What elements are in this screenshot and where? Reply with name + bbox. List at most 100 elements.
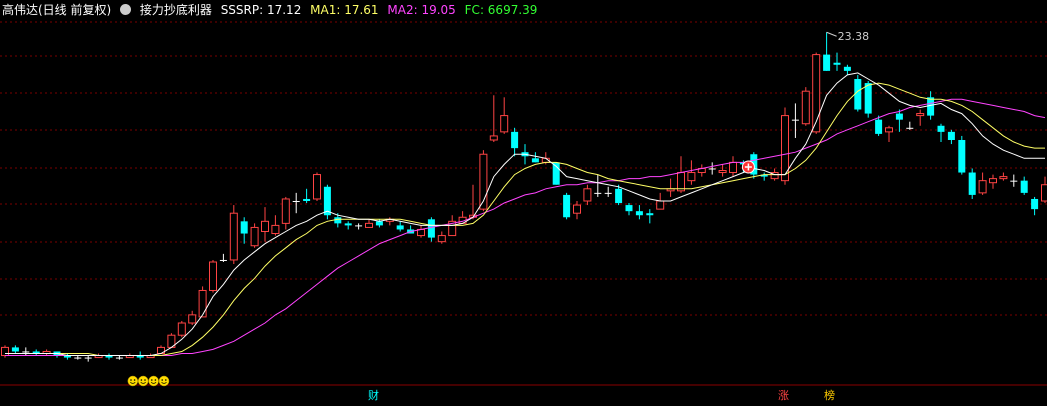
limit-up-badge[interactable]: 涨	[778, 387, 789, 403]
candle-body	[11, 347, 19, 352]
candle-body	[729, 161, 737, 174]
candle-body	[1031, 198, 1039, 210]
indicator-ma2: MA2: 19.05	[387, 3, 456, 17]
candle-body	[895, 113, 903, 120]
smiley-icon	[154, 379, 157, 381]
candle-body	[937, 125, 945, 132]
candle-body	[885, 127, 893, 133]
candle-body	[1020, 180, 1028, 193]
candle-body	[22, 351, 30, 353]
candle-body	[791, 119, 799, 121]
candle-body	[198, 289, 207, 318]
candle-body	[427, 219, 435, 238]
candle-body	[188, 314, 197, 324]
candle-body	[74, 357, 82, 359]
candle-body	[823, 54, 831, 71]
candle-body	[334, 217, 342, 224]
indicator-sssrp: SSSRP: 17.12	[220, 3, 302, 17]
candle-body	[978, 180, 987, 194]
max-price-label: 23.38	[838, 30, 870, 43]
indicator-fc: FC: 6697.39	[464, 3, 538, 17]
candle-body	[365, 222, 373, 228]
smiley-icon	[140, 379, 143, 381]
candle-body	[396, 225, 404, 230]
smiley-icon	[137, 375, 149, 387]
candle-body	[989, 178, 997, 184]
smiley-icon	[130, 379, 132, 381]
chart-header: 高伟达(日线 前复权) 接力抄底利器 SSSRP: 17.12 MA1: 17.…	[2, 1, 542, 18]
candle-body	[812, 54, 821, 133]
candle-body	[250, 226, 259, 247]
candle-body	[355, 225, 363, 227]
candle-body	[313, 174, 321, 200]
settings-gear-icon[interactable]	[120, 4, 132, 15]
candle-body	[958, 140, 966, 173]
smiley-icon	[165, 379, 167, 381]
candle-body	[219, 259, 227, 261]
candle-body	[552, 162, 560, 185]
candle-body	[84, 357, 92, 359]
candle-body	[375, 221, 383, 226]
stock-title[interactable]: 高伟达(日线 前复权)	[2, 3, 111, 17]
candle-body	[801, 90, 810, 125]
candle-body	[271, 224, 280, 235]
max-price-pointer	[826, 31, 837, 37]
smiley-icon	[148, 375, 159, 387]
smiley-icon	[144, 379, 146, 381]
candle-body	[708, 168, 716, 170]
candle-body	[573, 204, 581, 214]
candle-body	[531, 158, 539, 163]
candle-body	[594, 192, 602, 194]
smiley-icon	[151, 379, 153, 381]
candle-body	[489, 135, 498, 141]
candle-body	[344, 223, 352, 226]
candle-body	[864, 83, 872, 114]
candle-body	[281, 198, 290, 224]
candle-body	[1010, 180, 1018, 182]
candle-body	[604, 192, 612, 194]
candle-body	[916, 113, 925, 117]
candle-body	[615, 188, 623, 204]
candle-body	[240, 221, 248, 234]
candle-body	[177, 322, 186, 336]
candle-body	[677, 172, 685, 192]
candle-body	[115, 357, 123, 359]
indicator-ma1: MA1: 17.61	[310, 3, 379, 17]
chart-canvas[interactable]: 23.38	[0, 0, 1047, 406]
smiley-icon	[161, 379, 163, 381]
stock-chart[interactable]: 23.38 高伟达(日线 前复权) 接力抄底利器 SSSRP: 17.12 MA…	[0, 0, 1047, 406]
candle-body	[947, 131, 955, 140]
indicator-name[interactable]: 接力抄底利器	[140, 3, 212, 17]
candle-body	[906, 127, 914, 129]
candle-body	[511, 131, 519, 149]
candle-body	[843, 66, 851, 71]
ranking-badge[interactable]: 榜	[824, 387, 835, 403]
candle-body	[656, 200, 665, 210]
candle-body	[563, 194, 571, 218]
candle-body	[718, 170, 727, 174]
candle-body	[968, 172, 976, 195]
smiley-icon	[133, 379, 136, 381]
sssrp-line	[5, 72, 1045, 356]
candle-body	[875, 119, 883, 134]
candle-body	[687, 172, 696, 182]
candle-body	[646, 213, 654, 216]
candle-body	[625, 205, 633, 212]
candle-body	[229, 212, 238, 261]
candle-body	[292, 201, 300, 202]
candle-body	[1041, 184, 1047, 202]
candle-body	[1, 346, 9, 357]
candle-body	[261, 220, 269, 232]
candle-body	[833, 62, 841, 65]
candle-body	[927, 97, 935, 116]
candle-body	[500, 115, 509, 133]
candle-body	[583, 188, 592, 202]
candle-body	[437, 235, 446, 243]
finance-badge[interactable]: 财	[368, 387, 379, 403]
candle-body	[209, 261, 217, 291]
smiley-icon	[127, 375, 139, 387]
candle-body	[635, 211, 643, 216]
candle-body	[999, 176, 1008, 180]
smiley-icon	[158, 375, 170, 387]
candle-body	[303, 198, 311, 201]
